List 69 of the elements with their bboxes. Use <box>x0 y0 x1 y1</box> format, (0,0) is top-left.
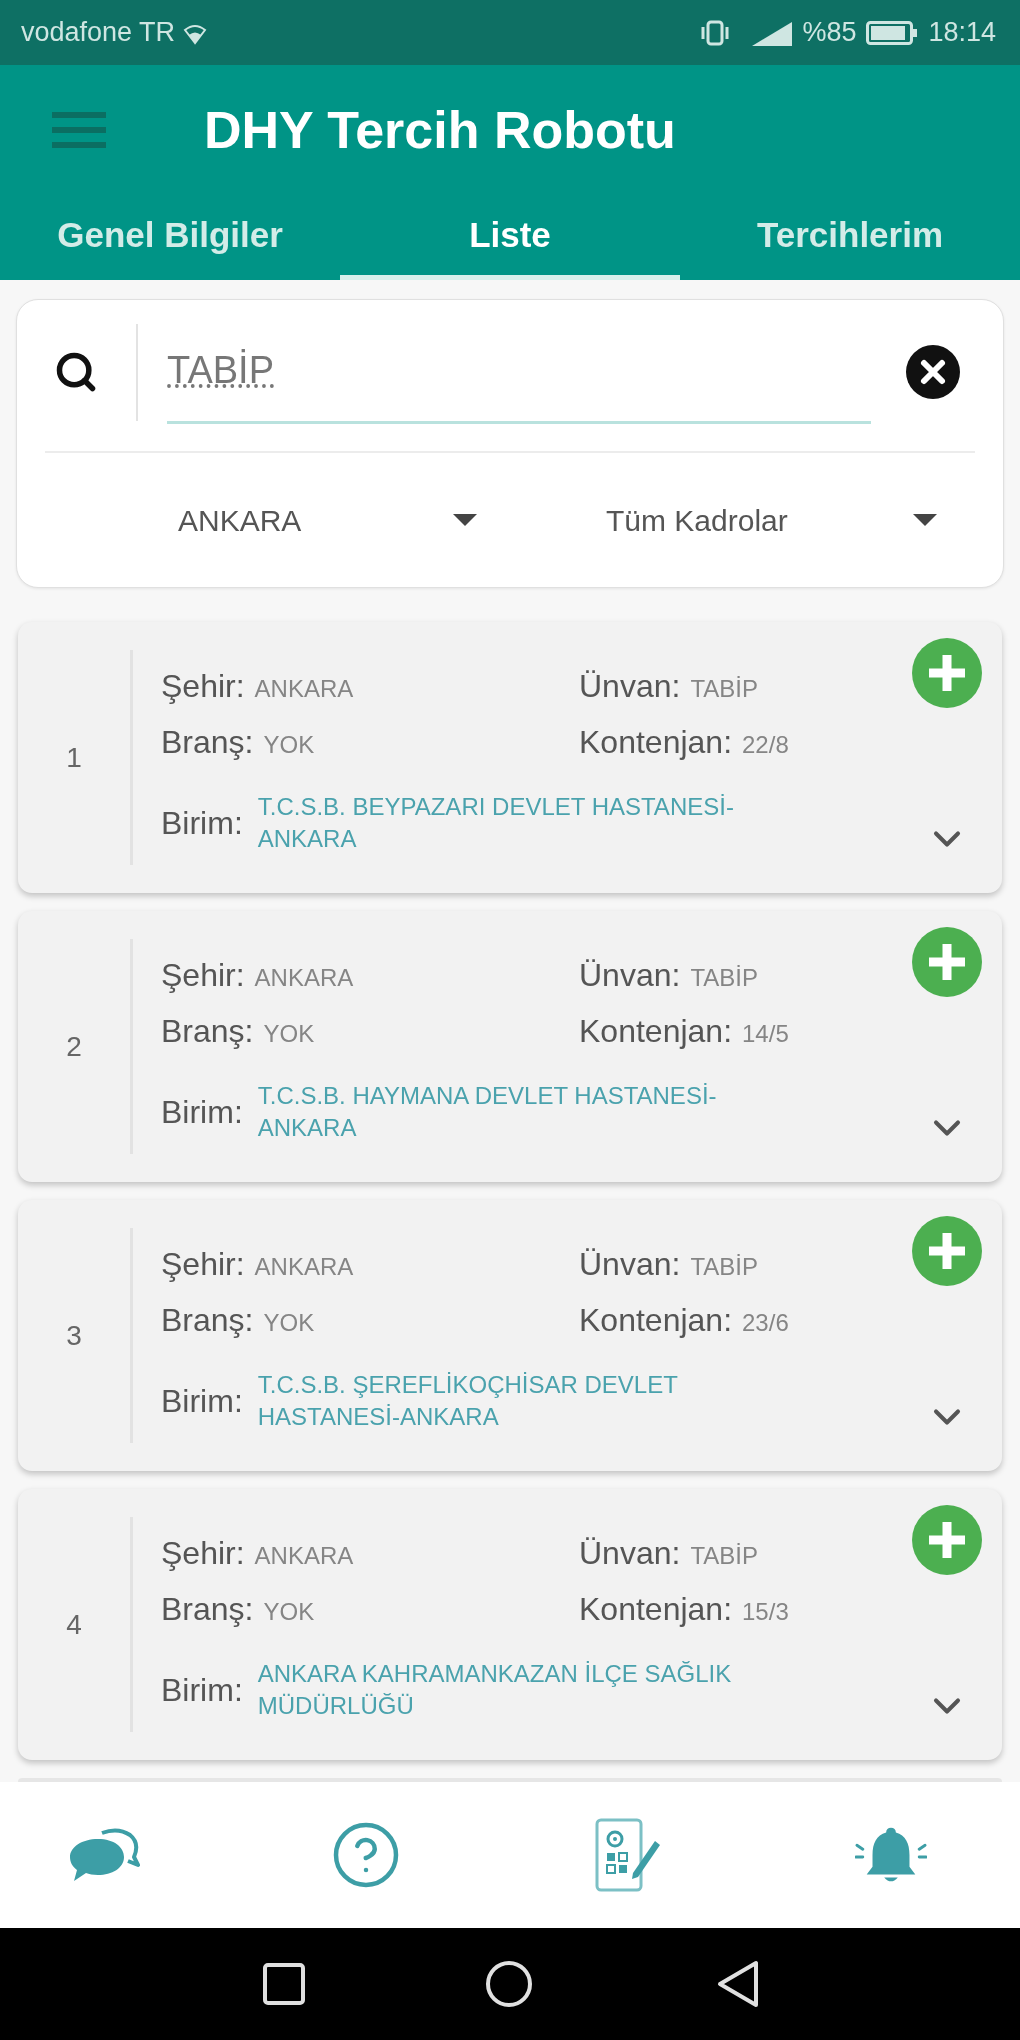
plus-icon[interactable] <box>912 1505 982 1575</box>
field-label: Ünvan: <box>579 1245 681 1284</box>
field-label: Birim: <box>161 1093 243 1132</box>
field-label: Birim: <box>161 1382 243 1421</box>
field-label: Şehir: <box>161 1245 245 1284</box>
field-value: ANKARA <box>254 674 354 704</box>
field-label: Kontenjan: <box>579 1301 732 1340</box>
unit-name: T.C.S.B. ŞEREFLİKOÇHİSAR DEVLET HASTANESİ-ANKARA <box>257 1370 679 1432</box>
field-value: 22/8 <box>742 730 789 760</box>
result-card[interactable]: 4 Şehir: ANKARA Ünvan: TABİP Branş: YOK Kontenjan: 15/3 Birim: ANKARA KAHRAMANKAZAN İLÇE SAĞLIK MÜDÜRLÜĞÜ <box>18 1489 1002 1760</box>
field-value: TABİP <box>690 1252 758 1282</box>
unit-name: T.C.S.B. BEYPAZARI DEVLET HASTANESİ-ANKARA <box>257 792 735 854</box>
result-card[interactable]: 3 Şehir: ANKARA Ünvan: TABİP Branş: YOK Kontenjan: 23/6 Birim: T.C.S.B. ŞEREFLİKOÇHİSAR DEVLET HASTANESİ-ANKARA <box>18 1200 1002 1471</box>
search-icon[interactable] <box>54 350 98 394</box>
result-card[interactable]: 1 Şehir: ANKARA Ünvan: TABİP Branş: YOK Kontenjan: 22/8 Birim: T.C.S.B. BEYPAZARI DEVLET HASTANESİ-ANKARA <box>18 622 1002 893</box>
triangle-icon[interactable] <box>716 1960 760 2008</box>
field-label: Branş: <box>161 1590 254 1629</box>
plus-icon[interactable] <box>912 638 982 708</box>
item-number: 1 <box>66 741 82 774</box>
field-label: Birim: <box>161 1671 243 1710</box>
field-label: Kontenjan: <box>579 1012 732 1051</box>
field-value: ANKARA <box>254 963 354 993</box>
field-value: ANKARA <box>254 1541 354 1571</box>
item-number: 2 <box>66 1030 82 1063</box>
field-label: Branş: <box>161 1301 254 1340</box>
caret-icon <box>453 514 477 526</box>
field-label: Ünvan: <box>579 1534 681 1573</box>
battery-icon <box>866 20 919 45</box>
square-icon[interactable] <box>262 1962 306 2006</box>
unit-name: T.C.S.B. HAYMANA DEVLET HASTANESİ-ANKARA <box>257 1081 718 1143</box>
item-number: 3 <box>66 1319 82 1352</box>
item-number: 4 <box>66 1608 82 1641</box>
clear-icon[interactable] <box>906 345 960 399</box>
plus-icon[interactable] <box>912 927 982 997</box>
field-value: YOK <box>263 1019 315 1049</box>
field-value: TABİP <box>690 674 758 704</box>
document-edit-icon[interactable] <box>593 1817 663 1893</box>
clock-text: 18:14 <box>928 16 996 50</box>
dropdown[interactable]: Tüm Kadrolar <box>590 492 950 548</box>
field-label: Birim: <box>161 804 243 843</box>
field-label: Şehir: <box>161 956 245 995</box>
field-value: YOK <box>263 1308 315 1338</box>
carrier-text: vodafone TR <box>21 16 176 50</box>
field-label: Şehir: <box>161 667 245 706</box>
circle-icon[interactable] <box>485 1960 533 2008</box>
field-label: Kontenjan: <box>579 1590 732 1629</box>
app-title: DHY Tercih Robotu <box>204 100 676 161</box>
field-value: YOK <box>263 730 315 760</box>
plus-icon[interactable] <box>912 1216 982 1286</box>
field-value: 15/3 <box>742 1597 789 1627</box>
tab[interactable]: Liste <box>340 195 680 280</box>
unit-name: ANKARA KAHRAMANKAZAN İLÇE SAĞLIK MÜDÜRLÜĞÜ <box>257 1659 733 1721</box>
field-label: Ünvan: <box>579 956 681 995</box>
field-value: TABİP <box>690 1541 758 1571</box>
dropdown[interactable]: ANKARA <box>160 492 480 548</box>
field-value: ANKARA <box>254 1252 354 1282</box>
result-card[interactable]: 2 Şehir: ANKARA Ünvan: TABİP Branş: YOK Kontenjan: 14/5 Birim: T.C.S.B. HAYMANA DEVLET HASTANESİ-ANKARA <box>18 911 1002 1182</box>
field-value: TABİP <box>690 963 758 993</box>
field-label: Kontenjan: <box>579 723 732 762</box>
field-value: YOK <box>263 1597 315 1627</box>
field-value: 14/5 <box>742 1019 789 1049</box>
battery-percent: %85 <box>802 16 857 50</box>
field-label: Ünvan: <box>579 667 681 706</box>
caret-icon <box>913 514 937 526</box>
field-value: 23/6 <box>742 1308 789 1338</box>
field-label: Branş: <box>161 1012 254 1051</box>
vibrate-icon <box>700 18 731 47</box>
field-label: Şehir: <box>161 1534 245 1573</box>
field-label: Branş: <box>161 723 254 762</box>
